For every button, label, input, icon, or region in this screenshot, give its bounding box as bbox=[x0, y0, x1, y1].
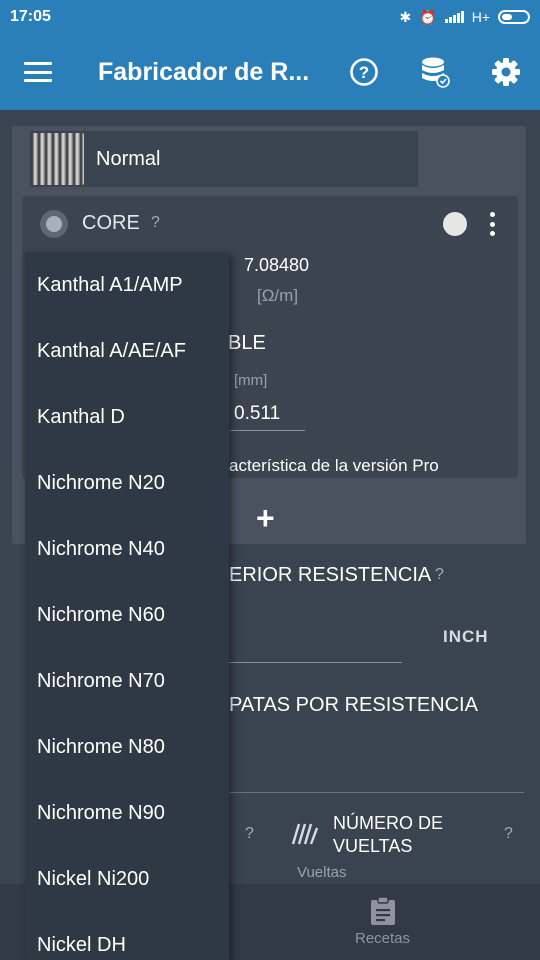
left-help-icon[interactable]: ? bbox=[245, 825, 254, 843]
network-type: H+ bbox=[471, 9, 490, 25]
coil-name: Normal bbox=[96, 147, 161, 170]
dropdown-option[interactable]: Nichrome N40 bbox=[25, 516, 229, 582]
dropdown-option[interactable]: Nichrome N60 bbox=[25, 582, 229, 648]
dropdown-option[interactable]: Nichrome N80 bbox=[25, 714, 229, 780]
status-bar: 17:05 ✱ ⏰ H+ bbox=[0, 0, 540, 34]
core-radio[interactable] bbox=[40, 210, 68, 238]
overflow-menu-icon[interactable] bbox=[486, 212, 498, 236]
app-bar: Fabricador de R... ? bbox=[0, 34, 540, 110]
alarm-icon: ⏰ bbox=[419, 8, 437, 25]
coil-image bbox=[32, 133, 84, 185]
dropdown-option[interactable]: Nickel Ni200 bbox=[25, 846, 229, 912]
wire-material-dropdown: Kanthal A1/AMP Kanthal A/AE/AF Kanthal D Ni… bbox=[25, 252, 229, 960]
unit-toggle-button[interactable]: INCH bbox=[443, 627, 489, 647]
dropdown-option[interactable]: Nichrome N20 bbox=[25, 450, 229, 516]
dropdown-option[interactable]: Nichrome N70 bbox=[25, 648, 229, 714]
dropdown-option[interactable]: Kanthal A1/AMP bbox=[25, 252, 229, 318]
svg-text:?: ? bbox=[359, 63, 369, 82]
coil-turns-icon bbox=[291, 823, 318, 845]
help-circle-icon: ? bbox=[350, 58, 378, 86]
core-help-icon[interactable]: ? bbox=[151, 214, 160, 232]
dropdown-option[interactable]: Nichrome N90 bbox=[25, 780, 229, 846]
nav-recipes[interactable]: Recetas bbox=[355, 896, 410, 947]
resistivity-value: 7.08480 bbox=[244, 255, 310, 275]
core-label: CORE bbox=[82, 212, 140, 234]
hamburger-icon bbox=[24, 62, 52, 82]
turns-label-line2: VUELTAS bbox=[333, 836, 413, 856]
add-wire-button[interactable]: + bbox=[256, 500, 275, 537]
dropdown-option[interactable]: Nickel DH bbox=[25, 912, 229, 960]
dropdown-option[interactable]: Kanthal A/AE/AF bbox=[25, 318, 229, 384]
help-button[interactable]: ? bbox=[336, 44, 392, 100]
menu-button[interactable] bbox=[0, 34, 76, 110]
inner-diameter-label: ERIOR RESISTENCIA bbox=[229, 564, 432, 586]
inner-diameter-help-icon[interactable]: ? bbox=[435, 566, 444, 584]
settings-button[interactable] bbox=[478, 44, 534, 100]
battery-icon bbox=[498, 10, 530, 24]
gear-icon bbox=[492, 58, 520, 86]
turns-sublabel: Vueltas bbox=[297, 864, 347, 881]
diameter-unit: [mm] bbox=[234, 372, 268, 389]
database-icon bbox=[422, 57, 450, 88]
status-time: 17:05 bbox=[10, 8, 51, 25]
clipboard-icon bbox=[370, 896, 395, 925]
resistivity-unit: [Ω/m] bbox=[257, 286, 299, 305]
database-button[interactable] bbox=[407, 44, 463, 100]
coil-selector[interactable]: Normal bbox=[30, 131, 418, 187]
inner-diameter-underline bbox=[229, 662, 402, 663]
page-title: Fabricador de R... bbox=[98, 57, 310, 86]
diameter-input[interactable]: 0.511 bbox=[234, 403, 280, 425]
status-icons: ✱ ⏰ H+ bbox=[400, 9, 530, 26]
bluetooth-icon: ✱ bbox=[399, 8, 412, 25]
signal-icon bbox=[444, 11, 464, 23]
turns-help-icon[interactable]: ? bbox=[504, 825, 513, 843]
legs-label: PATAS POR RESISTENCIA bbox=[229, 694, 478, 716]
dropdown-option[interactable]: Kanthal D bbox=[25, 384, 229, 450]
section-label: BLE bbox=[228, 332, 266, 354]
wire-color-dot[interactable] bbox=[443, 212, 467, 236]
pro-feature-note: acterística de la versión Pro bbox=[229, 456, 439, 475]
turns-label-line1: NÚMERO DE bbox=[333, 813, 444, 833]
nav-recipes-label: Recetas bbox=[355, 930, 411, 947]
diameter-underline bbox=[230, 430, 305, 431]
